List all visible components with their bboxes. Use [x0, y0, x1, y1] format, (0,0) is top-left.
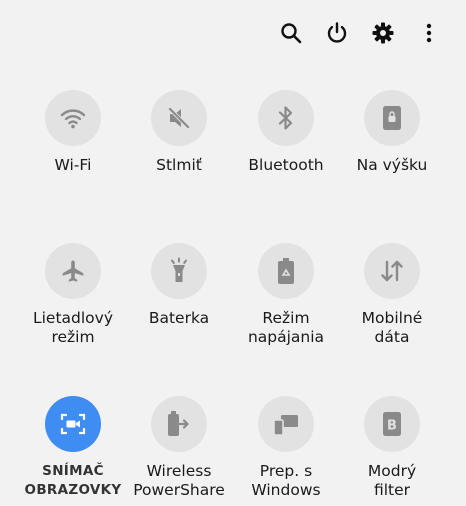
- portrait-lock-icon[interactable]: [364, 90, 420, 146]
- tile-flashlight[interactable]: Baterka: [124, 243, 234, 328]
- tile-label: Režim napájania: [247, 309, 325, 346]
- tile-portrait[interactable]: Na výšku: [337, 90, 447, 175]
- tile-label: Baterka: [148, 309, 210, 327]
- bluetooth-icon[interactable]: [258, 90, 314, 146]
- flashlight-icon[interactable]: [151, 243, 207, 299]
- tile-label: Mobilné dáta: [361, 309, 423, 346]
- tile-mute[interactable]: Stlmiť: [124, 90, 234, 175]
- tile-blue-light-filter[interactable]: B Modrý filter: [337, 396, 447, 500]
- tile-power-mode[interactable]: Režim napájania: [231, 243, 341, 347]
- tile-wireless-powershare[interactable]: Wireless PowerShare: [124, 396, 234, 500]
- screen-recorder-icon[interactable]: [45, 396, 101, 452]
- tile-label: Bluetooth: [248, 156, 324, 174]
- tile-screen-recorder[interactable]: SNÍMAČ OBRAZOVKY: [18, 396, 128, 500]
- svg-text:B: B: [387, 419, 397, 434]
- link-windows-icon[interactable]: [258, 396, 314, 452]
- tile-wifi[interactable]: Wi-Fi: [18, 90, 128, 175]
- tile-airplane[interactable]: Lietadlový režim: [18, 243, 128, 347]
- tile-label: Wi-Fi: [54, 156, 92, 174]
- wifi-icon[interactable]: [45, 90, 101, 146]
- tile-label: Lietadlový režim: [32, 309, 114, 346]
- battery-recycle-icon[interactable]: [258, 243, 314, 299]
- mobile-data-icon[interactable]: [364, 243, 420, 299]
- airplane-icon[interactable]: [45, 243, 101, 299]
- wireless-powershare-icon[interactable]: [151, 396, 207, 452]
- tile-label: SNÍMAČ OBRAZOVKY: [24, 463, 122, 498]
- tile-label: Wireless PowerShare: [133, 462, 225, 499]
- tile-bluetooth[interactable]: Bluetooth: [231, 90, 341, 175]
- quick-settings-grid: Wi-Fi Stlmiť Bluetooth Na výšku Lietadlo…: [0, 0, 466, 506]
- tile-label: Modrý filter: [367, 462, 417, 499]
- mute-icon[interactable]: [151, 90, 207, 146]
- tile-label: Stlmiť: [156, 156, 202, 174]
- tile-mobile-data[interactable]: Mobilné dáta: [337, 243, 447, 347]
- tile-link-windows[interactable]: Prep. s Windows: [231, 396, 341, 500]
- blue-light-filter-icon[interactable]: B: [364, 396, 420, 452]
- tile-label: Prep. s Windows: [251, 462, 321, 499]
- tile-label: Na výšku: [356, 156, 428, 174]
